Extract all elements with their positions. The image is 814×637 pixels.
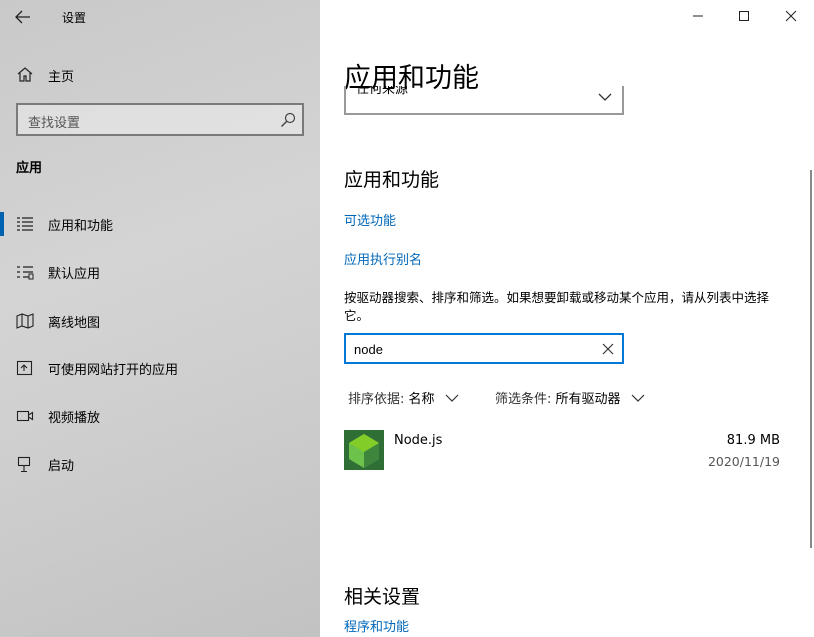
close-button[interactable] [768, 0, 814, 32]
sort-label: 排序依据: [348, 392, 405, 407]
scrollbar[interactable] [810, 170, 812, 548]
sidebar-item-apps-for-websites[interactable]: 可使用网站打开的应用 [0, 352, 320, 384]
app-list-item[interactable]: Node.js 81.9 MB 2020/11/19 [344, 430, 780, 474]
sidebar-item-video-playback[interactable]: 视频播放 [0, 400, 320, 432]
sidebar-item-startup[interactable]: 启动 [0, 448, 320, 480]
active-indicator [0, 212, 4, 236]
filter-label: 筛选条件: [495, 392, 552, 407]
window-title: 设置 [62, 11, 87, 25]
app-install-date: 2020/11/19 [707, 454, 780, 469]
close-icon [785, 10, 797, 22]
dropdown-value: 任何来源 [356, 86, 409, 97]
home-icon [17, 67, 33, 82]
clear-icon[interactable] [602, 343, 614, 355]
programs-features-link[interactable]: 程序和功能 [344, 616, 409, 635]
map-icon [16, 313, 34, 329]
sidebar-item-label: 可使用网站打开的应用 [48, 363, 179, 378]
chevron-down-icon [598, 93, 612, 101]
section-heading: 应用 [16, 161, 43, 176]
app-size: 81.9 MB [726, 433, 780, 448]
sort-dropdown[interactable]: 排序依据: 名称 [348, 388, 459, 407]
filter-description: 按驱动器搜索、排序和筛选。如果想要卸载或移动某个应用，请从列表中选择它。 [344, 290, 770, 323]
app-name: Node.js [394, 433, 443, 448]
sort-value: 名称 [408, 392, 435, 407]
sidebar-item-label: 应用和功能 [48, 219, 114, 234]
startup-icon [17, 456, 31, 472]
sidebar-item-label: 默认应用 [48, 267, 101, 282]
nodejs-icon [344, 430, 384, 470]
main-content: 应用和功能 任何来源 应用和功能 可选功能 应用执行别名 按驱动器搜索、排序和筛… [320, 0, 814, 637]
source-dropdown[interactable]: 任何来源 [344, 86, 624, 115]
maximize-button[interactable] [721, 0, 767, 32]
titlebar-left: 设置 [0, 0, 320, 34]
chevron-down-icon [445, 394, 459, 402]
home-nav[interactable]: 主页 [0, 58, 320, 90]
drive-filter-dropdown[interactable]: 筛选条件: 所有驱动器 [495, 388, 645, 407]
default-apps-icon [17, 266, 34, 280]
video-icon [16, 410, 34, 422]
open-in-app-icon [16, 360, 33, 376]
minimize-button[interactable] [675, 0, 721, 32]
back-arrow-icon [15, 10, 30, 24]
app-filter-input[interactable] [354, 339, 584, 359]
search-placeholder: 查找设置 [28, 116, 81, 131]
apps-list-icon [17, 217, 33, 231]
sidebar-item-offline-maps[interactable]: 离线地图 [0, 305, 320, 337]
maximize-icon [739, 11, 749, 21]
sidebar-item-apps-features[interactable]: 应用和功能 [0, 208, 320, 240]
app-filter-field[interactable] [344, 333, 624, 364]
section-title: 应用和功能 [344, 169, 440, 191]
filter-drive-value: 所有驱动器 [555, 392, 621, 407]
home-label: 主页 [48, 70, 75, 85]
sidebar-item-label: 离线地图 [48, 316, 101, 331]
related-settings-title: 相关设置 [344, 586, 421, 608]
back-button[interactable] [8, 4, 38, 30]
sidebar: 设置 主页 查找设置 应用 应用和功能 默认应用 离线地图 可使用网站打开的应用… [0, 0, 320, 637]
sidebar-item-default-apps[interactable]: 默认应用 [0, 256, 320, 288]
sidebar-item-label: 视频播放 [48, 411, 101, 426]
app-execution-alias-link[interactable]: 应用执行别名 [344, 249, 422, 268]
minimize-icon [693, 15, 703, 17]
optional-features-link[interactable]: 可选功能 [344, 210, 396, 229]
sidebar-item-label: 启动 [48, 459, 75, 474]
settings-search-input[interactable]: 查找设置 [16, 103, 304, 136]
search-icon [281, 112, 296, 127]
chevron-down-icon [631, 394, 645, 402]
